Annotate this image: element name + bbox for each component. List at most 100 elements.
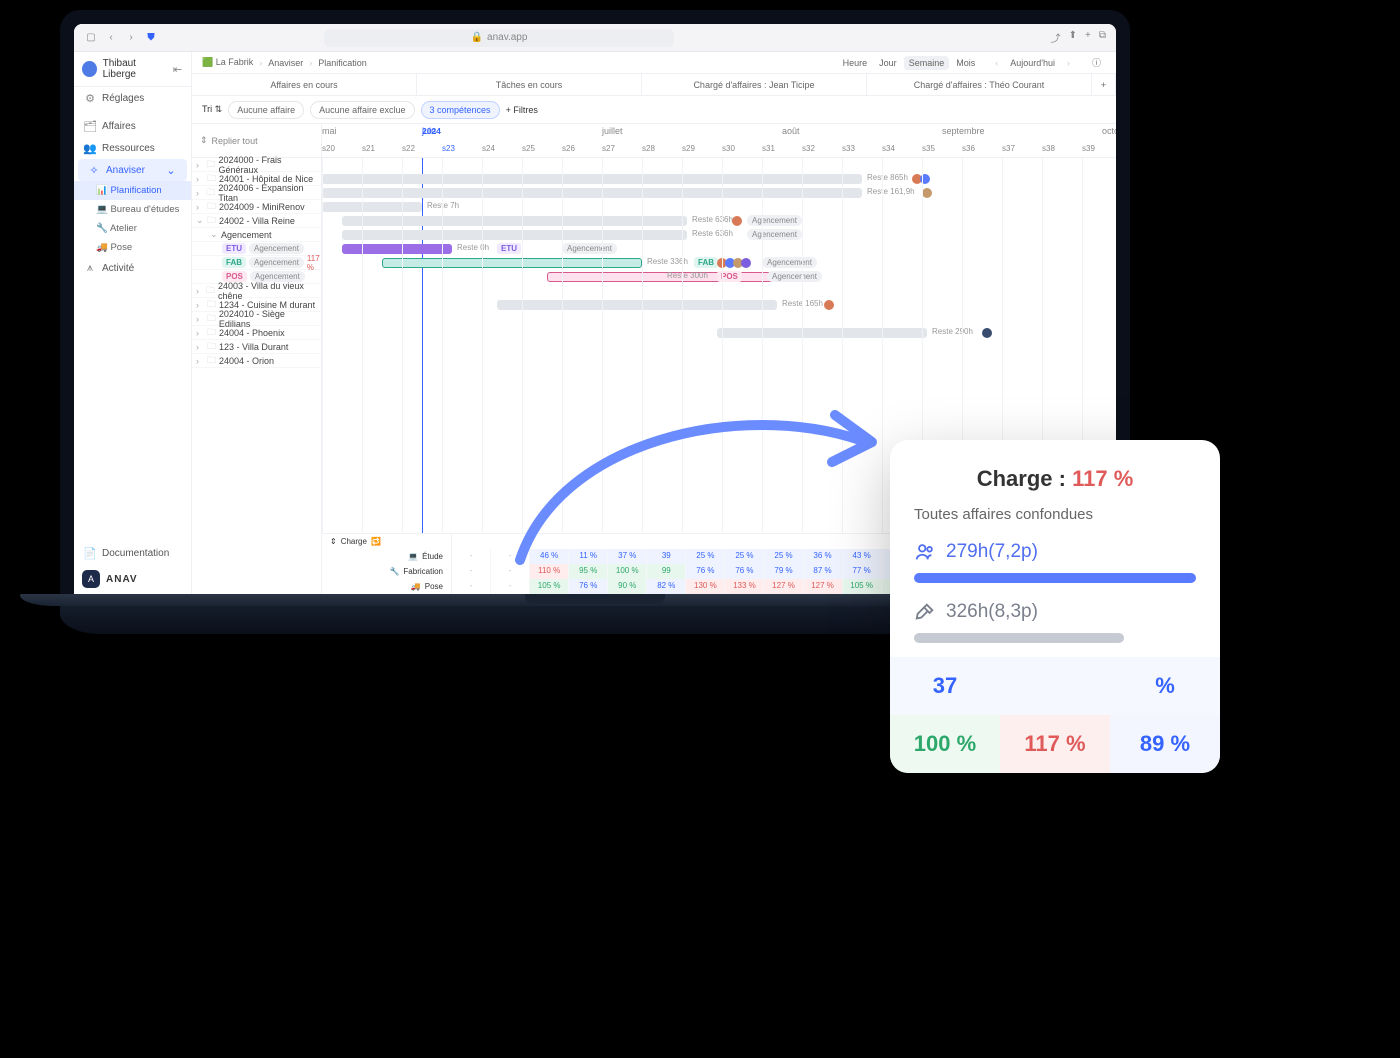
brand-logo-icon: A: [82, 570, 100, 588]
month-juin: juin: [422, 126, 436, 136]
tooltip-cell-hidden: [1000, 657, 1110, 715]
tooltip-cell-100: 100 %: [890, 715, 1000, 773]
month-mai: mai: [322, 126, 337, 136]
sidebar-item-affaires[interactable]: 🗂Affaires: [74, 115, 191, 137]
people-icon: 👥: [84, 142, 96, 154]
charge-row-pose: 🚚 Pose: [322, 579, 452, 594]
charge-cell[interactable]: 105 %: [843, 579, 882, 594]
filter-bar: Tri ⇅ Aucune affaire Aucune affaire excl…: [192, 96, 1116, 124]
tooltip-row-top: 37 %: [890, 657, 1220, 715]
row-etu[interactable]: ETUAgencement: [192, 242, 321, 256]
tab-taches-en-cours[interactable]: Tâches en cours: [417, 74, 642, 95]
plus-icon[interactable]: +: [1085, 30, 1091, 45]
sparkle-icon: ✧: [88, 164, 100, 176]
callout-arrow-icon: [500, 380, 900, 580]
sidebar-sub-bureau[interactable]: 💻 Bureau d'études: [74, 200, 191, 219]
sidebar: Thibaut Liberge ⇤ ⚙Réglages 🗂Affaires 👥R…: [74, 52, 192, 594]
filter-competences[interactable]: 3 compétences: [421, 101, 500, 119]
sidebar-item-ressources[interactable]: 👥Ressources: [74, 137, 191, 159]
filter-excluded[interactable]: Aucune affaire exclue: [310, 101, 414, 119]
charge-cell[interactable]: 130 %: [686, 579, 725, 594]
tooltip-bar-people: [914, 573, 1196, 583]
crumb-workspace[interactable]: 🟩 La Fabrik: [202, 57, 253, 68]
shield-icon: ⛊: [144, 32, 158, 43]
sidebar-sub-pose[interactable]: 🚚 Pose: [74, 238, 191, 257]
tabs-icon[interactable]: ⧉: [1099, 30, 1106, 45]
user-menu[interactable]: Thibaut Liberge ⇤: [74, 52, 191, 87]
tooltip-hours-line: 326h(8,3p): [890, 597, 1220, 627]
share-icon[interactable]: ⤴: [1051, 30, 1061, 45]
row-agencement[interactable]: ⌄Agencement: [192, 228, 321, 242]
charge-cell[interactable]: 133 %: [725, 579, 764, 594]
charge-cell[interactable]: -: [491, 579, 530, 594]
month-oct: octobre: [1102, 126, 1116, 136]
crumb-page[interactable]: Planification: [318, 58, 367, 68]
sidebar-sub-atelier[interactable]: 🔧 Atelier: [74, 219, 191, 238]
doc-icon: 📄: [84, 547, 96, 559]
tab-affaires-en-cours[interactable]: Affaires en cours: [192, 74, 417, 95]
charge-cell[interactable]: 90 %: [608, 579, 647, 594]
info-icon[interactable]: ⓘ: [1087, 54, 1106, 71]
sidebar-item-activite[interactable]: ⩚Activité: [74, 257, 191, 279]
row-villa-reine[interactable]: ⌄🗀24002 - Villa Reine: [192, 214, 321, 228]
tab-charge-jean[interactable]: Chargé d'affaires : Jean Ticipe: [642, 74, 867, 95]
month-aout: août: [782, 126, 800, 136]
sort-button[interactable]: Tri ⇅: [202, 104, 222, 115]
time-semaine[interactable]: Semaine: [904, 56, 950, 70]
charge-cell[interactable]: 127 %: [764, 579, 803, 594]
view-tabs: Affaires en cours Tâches en cours Chargé…: [192, 74, 1116, 96]
address-bar[interactable]: 🔒 anav.app: [324, 29, 674, 47]
row-fab[interactable]: FABAgencement117 %: [192, 256, 321, 270]
add-filter-button[interactable]: + Filtres: [506, 105, 538, 115]
forward-icon[interactable]: ›: [124, 32, 138, 43]
lock-icon: 🔒: [471, 32, 483, 43]
gantt-tree: ⇕Replier tout ›🗀2024000 - Frais Généraux…: [192, 124, 322, 594]
charge-tooltip: Charge : 117 % Toutes affaires confondue…: [890, 440, 1220, 773]
tooltip-row-bottom: 100 % 117 % 89 %: [890, 715, 1220, 773]
charge-cell[interactable]: 82 %: [647, 579, 686, 594]
hammer-icon: [914, 601, 936, 623]
charge-cell[interactable]: 105 %: [530, 579, 569, 594]
charge-cell[interactable]: 76 %: [569, 579, 608, 594]
time-heure[interactable]: Heure: [838, 56, 873, 70]
briefcase-icon: 🗂: [84, 120, 96, 132]
charge-toggle[interactable]: ⇕ Charge 🔁: [322, 534, 452, 549]
upload-icon[interactable]: ⬆: [1069, 30, 1077, 45]
chevron-down-icon: ⌄: [165, 164, 177, 176]
user-name: Thibaut Liberge: [103, 58, 166, 80]
row-orion[interactable]: ›🗀24004 - Orion: [192, 354, 321, 368]
month-sept: septembre: [942, 126, 985, 136]
tooltip-subtitle: Toutes affaires confondues: [890, 506, 1220, 537]
sidebar-toggle-icon[interactable]: ▢: [84, 32, 98, 43]
back-icon[interactable]: ‹: [104, 32, 118, 43]
month-juillet: juillet: [602, 126, 623, 136]
filter-affaire[interactable]: Aucune affaire: [228, 101, 304, 119]
crumb-section[interactable]: Anaviser: [268, 58, 303, 68]
charge-cell[interactable]: -: [452, 564, 491, 579]
sidebar-item-documentation[interactable]: 📄Documentation: [74, 542, 191, 564]
charge-cell[interactable]: 127 %: [804, 579, 843, 594]
collapse-icon: ⇕: [200, 135, 208, 146]
charge-cell[interactable]: -: [452, 549, 491, 564]
browser-chrome: ▢ ‹ › ⛊ 🔒 anav.app ⤴ ⬆ + ⧉: [74, 24, 1116, 52]
time-today[interactable]: Aujourd'hui: [1005, 56, 1060, 70]
sidebar-item-anaviser[interactable]: ✧Anaviser⌄: [78, 159, 187, 181]
tab-charge-theo[interactable]: Chargé d'affaires : Théo Courant: [867, 74, 1092, 95]
avatar: [82, 61, 97, 77]
tab-add[interactable]: +: [1092, 74, 1116, 95]
time-mois[interactable]: Mois: [951, 56, 980, 70]
charge-row-etude: 💻 Étude: [322, 549, 452, 564]
collapse-all-button[interactable]: ⇕Replier tout: [192, 124, 321, 158]
tooltip-cell: 37: [890, 657, 1000, 715]
collapse-sidebar-icon[interactable]: ⇤: [172, 63, 183, 75]
time-jour[interactable]: Jour: [874, 56, 902, 70]
tooltip-cell-117: 117 %: [1000, 715, 1110, 773]
charge-cell[interactable]: -: [452, 579, 491, 594]
sidebar-item-reglages[interactable]: ⚙Réglages: [74, 87, 191, 109]
tooltip-cell-89: 89 %: [1110, 715, 1220, 773]
sidebar-sub-planification[interactable]: 📊 Planification: [74, 181, 191, 200]
time-range-control[interactable]: Heure Jour Semaine Mois ‹ Aujourd'hui › …: [838, 54, 1106, 71]
tooltip-cell: %: [1110, 657, 1220, 715]
activity-icon: ⩚: [84, 262, 96, 274]
gear-icon: ⚙: [84, 92, 96, 104]
